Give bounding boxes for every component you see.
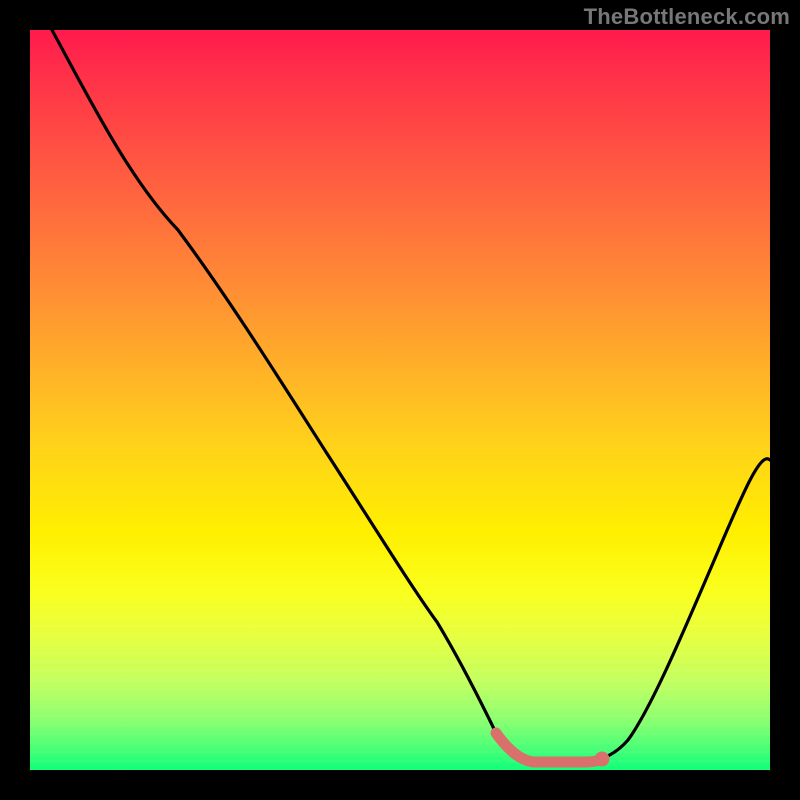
gradient-bands — [30, 607, 770, 770]
bottleneck-curve-path — [52, 30, 770, 762]
plot-area — [30, 30, 770, 770]
curve-svg — [30, 30, 770, 770]
chart-frame: TheBottleneck.com — [0, 0, 800, 800]
highlight-dot — [595, 752, 610, 767]
watermark-text: TheBottleneck.com — [584, 4, 790, 30]
highlight-segment — [496, 733, 602, 762]
